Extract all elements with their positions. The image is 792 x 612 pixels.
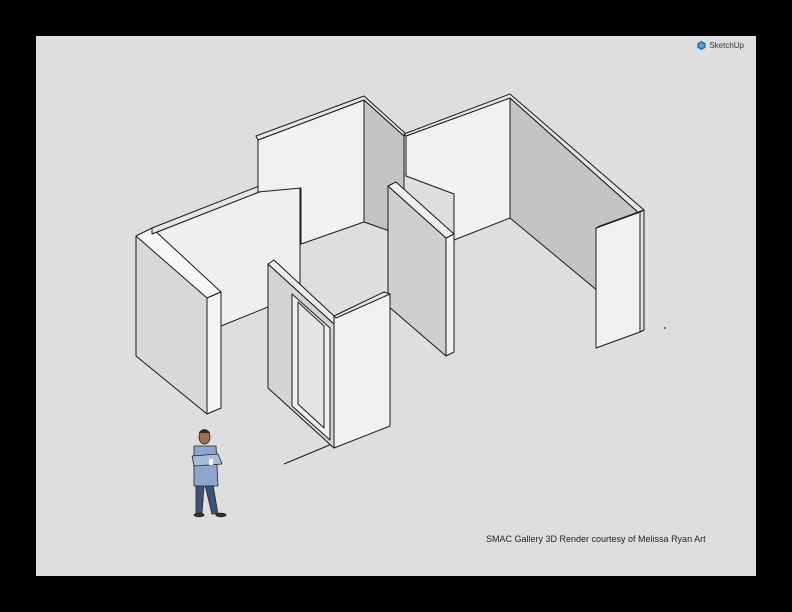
human-figure — [191, 429, 227, 518]
brand-name: SketchUp — [709, 41, 744, 50]
right-end-panel[interactable] — [595, 209, 666, 349]
entrance-wall[interactable] — [267, 259, 391, 449]
sketchup-brand: SketchUp — [697, 41, 744, 50]
gallery-3d-render[interactable] — [36, 36, 756, 576]
floor-line — [283, 443, 333, 465]
center-partition[interactable] — [387, 181, 455, 357]
render-caption: SMAC Gallery 3D Render courtesy of Melis… — [486, 534, 706, 544]
screenshot-frame: SketchUp SMAC Gallery 3D Render courtesy… — [0, 0, 792, 612]
sketchup-viewport[interactable]: SketchUp SMAC Gallery 3D Render courtesy… — [36, 36, 756, 576]
sketchup-logo-icon — [697, 41, 706, 50]
